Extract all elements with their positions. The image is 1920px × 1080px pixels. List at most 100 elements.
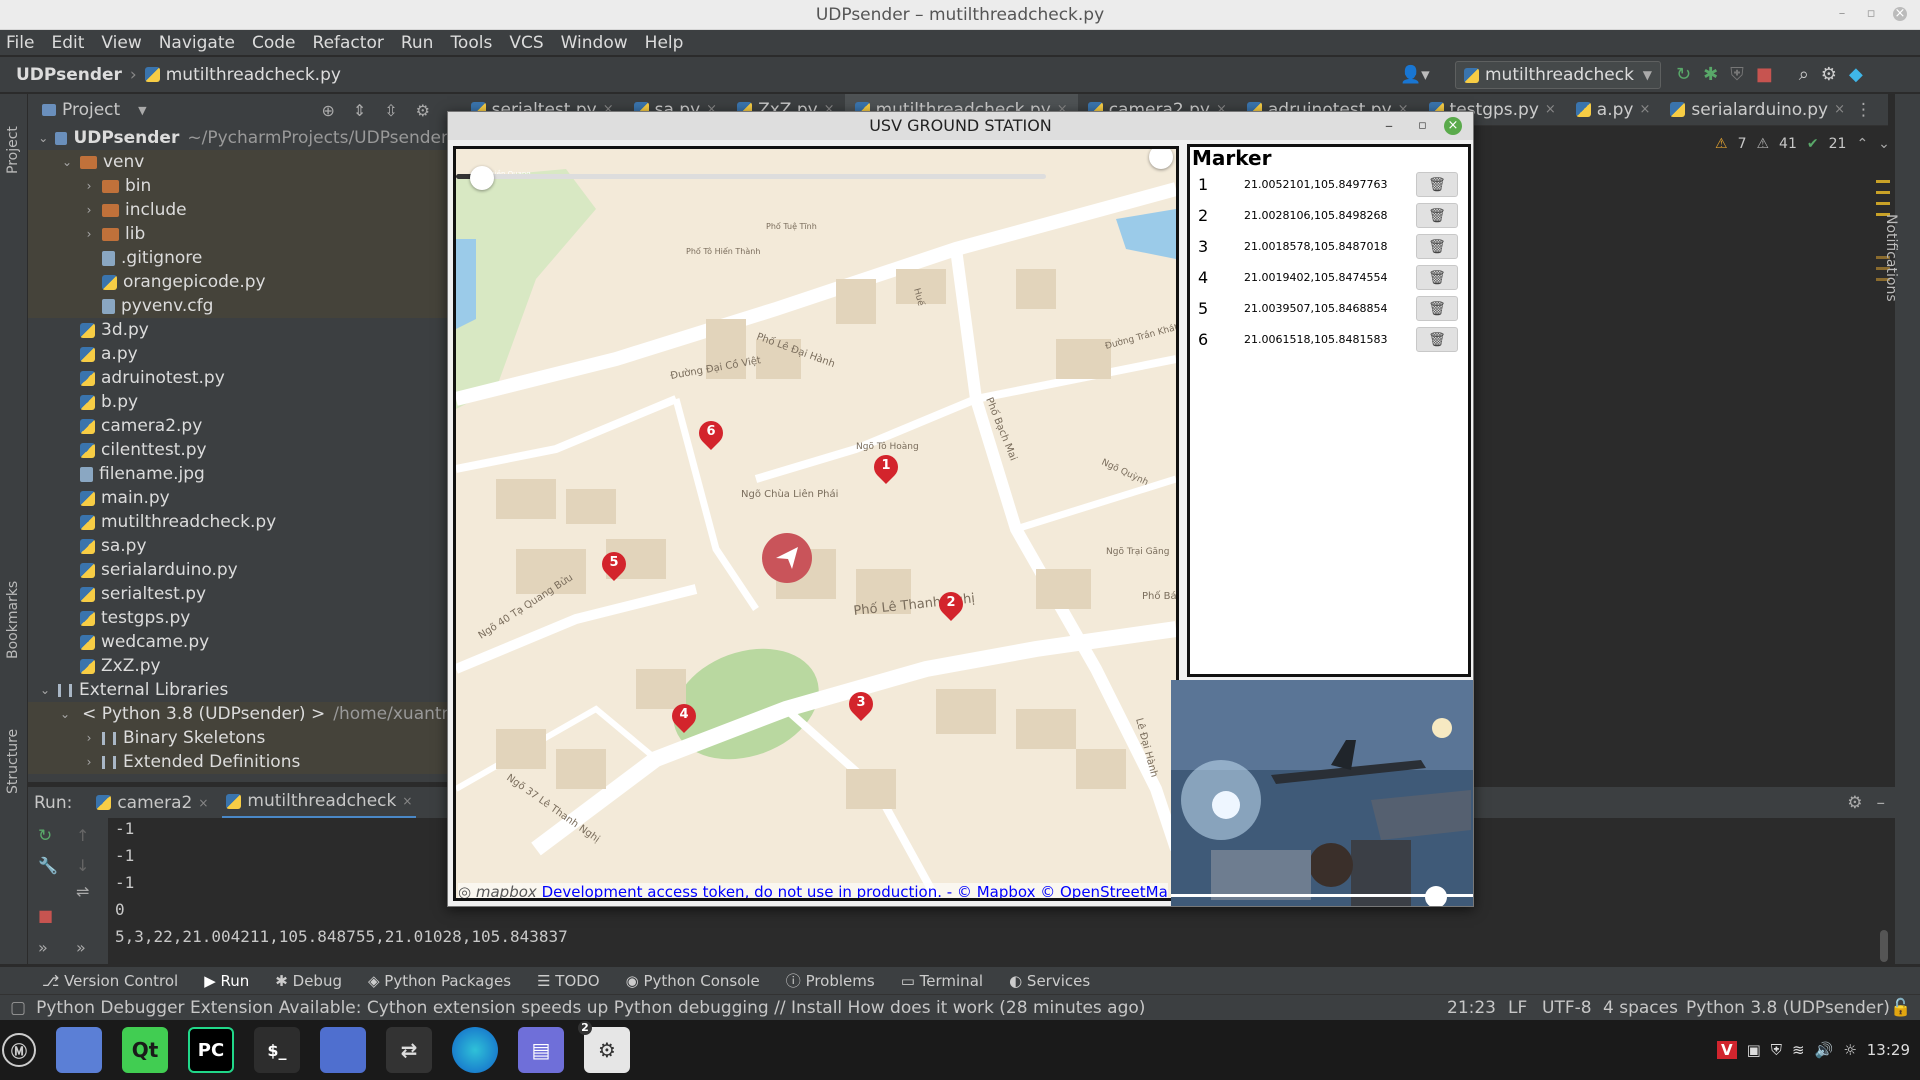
clipboard-tray-icon[interactable]: ▣ [1747,1041,1761,1059]
clock[interactable]: 13:29 [1867,1041,1910,1059]
close-icon[interactable]: × [1639,102,1650,117]
wifi-icon[interactable]: ≋ [1792,1041,1805,1059]
close-icon[interactable]: × [1893,7,1907,21]
menu-edit[interactable]: Edit [51,33,84,53]
terminal-icon[interactable]: $_ [254,1027,300,1073]
breadcrumb-project[interactable]: UDPsender [16,65,122,85]
run-config-selector[interactable]: mutilthreadcheck ▼ [1455,61,1661,89]
edge-browser-icon[interactable] [452,1027,498,1073]
tree-extended-definitions[interactable]: › Extended Definitions [28,750,448,774]
menu-vcs[interactable]: VCS [509,33,543,53]
tab-terminal[interactable]: ▭ Terminal [901,972,983,990]
tab-todo[interactable]: ☰ TODO [537,972,600,990]
tree-item[interactable]: adruinotest.py [28,366,448,390]
vivaldi-tray-icon[interactable]: V [1716,1041,1737,1059]
structure-tool-tab[interactable]: Structure [5,729,21,794]
debug-icon[interactable]: ✱ [1703,64,1718,85]
gear-icon[interactable]: ⚙ [1847,793,1862,813]
qt-creator-icon[interactable]: Qt [122,1027,168,1073]
map-attribution-link[interactable]: Development access token, do not use in … [542,883,1168,898]
settings-app-icon[interactable]: ⚙ 2 [578,1021,630,1073]
tree-item[interactable]: b.py [28,390,448,414]
menu-icon[interactable]: Ⓜ [2,1033,36,1067]
tree-item[interactable]: .gitignore [28,246,448,270]
jetbrains-icon[interactable]: ◆ [1849,64,1863,85]
status-message[interactable]: Python Debugger Extension Available: Cyt… [36,998,1145,1018]
delete-marker-button[interactable]: 🗑 [1416,265,1458,290]
run-tab-mutilthreadcheck[interactable]: mutilthreadcheck × [222,787,417,819]
rerun-icon[interactable]: ↻ [1676,64,1691,85]
map-marker[interactable]: 1 [869,450,903,485]
bookmarks-tool-tab[interactable]: Bookmarks [5,581,21,659]
terminal-alt-icon[interactable]: ⇄ [386,1027,432,1073]
tree-item[interactable]: mutilthreadcheck.py [28,510,448,534]
minimize-icon[interactable]: – [1385,112,1393,140]
locate-icon[interactable]: ⊕ [321,101,334,120]
pycharm-icon[interactable]: PC [188,1027,234,1073]
tree-item[interactable]: cilenttest.py [28,438,448,462]
tree-item[interactable]: testgps.py [28,606,448,630]
tree-item[interactable]: 3d.py [28,318,448,342]
tree-item[interactable]: sa.py [28,534,448,558]
chevron-down-icon[interactable]: ⌄ [60,155,74,169]
rotation-handle[interactable] [1149,149,1173,169]
chevron-up-icon[interactable]: ⌃ [1856,136,1868,152]
tree-external-libraries[interactable]: ⌄ External Libraries [28,678,448,702]
search-icon[interactable]: ⌕ [1799,64,1809,85]
editor-tab[interactable]: a.py × [1566,94,1661,126]
tree-item[interactable]: pyvenv.cfg [28,294,448,318]
soft-wrap-icon[interactable]: ⇌ [76,882,89,901]
caret-position[interactable]: 21:23 [1447,998,1496,1018]
tree-item[interactable]: › bin [28,174,448,198]
chevron-down-icon[interactable]: ▼ [138,104,146,117]
chevron-right-icon[interactable]: › [82,755,96,769]
more-tabs-icon[interactable]: ⋮ [1855,100,1872,120]
tree-item[interactable]: serialarduino.py [28,558,448,582]
menu-view[interactable]: View [101,33,141,53]
arrow-down-icon[interactable]: ↓ [76,856,89,875]
tree-binary-skeletons[interactable]: › Binary Skeletons [28,726,448,750]
files-app-icon[interactable] [56,1027,102,1073]
delete-marker-button[interactable]: 🗑 [1416,172,1458,197]
menu-help[interactable]: Help [645,33,684,53]
tree-item[interactable]: orangepicode.py [28,270,448,294]
close-icon[interactable]: × [402,794,412,808]
chevron-right-icon[interactable]: › [82,731,96,745]
tab-services[interactable]: ◐ Services [1009,972,1090,990]
lock-icon[interactable]: 🔓 [1890,998,1911,1018]
expand-all-icon[interactable]: ⇕ [353,101,366,120]
tree-root[interactable]: ⌄ UDPsender ~/PycharmProjects/UDPsender [28,126,448,150]
tree-item[interactable]: camera2.py [28,414,448,438]
menu-file[interactable]: File [6,33,34,53]
text-editor-icon[interactable]: ▤ [518,1027,564,1073]
map-canvas[interactable]: Phố Lê Thanh Nghị Ngõ Chùa Liên Phái Đườ… [456,149,1176,898]
notifications-tool-tab[interactable]: Notifications [1883,214,1899,302]
tree-item[interactable]: ⌄ venv [28,150,448,174]
minimize-panel-icon[interactable]: – [1877,793,1886,813]
close-icon[interactable]: × [1834,102,1845,117]
gear-icon[interactable]: ⚙ [1821,64,1837,85]
menu-window[interactable]: Window [561,33,628,53]
close-icon[interactable]: × [1444,117,1462,135]
project-tool-tab[interactable]: Project [5,126,21,174]
arrow-up-icon[interactable]: ↑ [76,826,89,845]
project-panel-title[interactable]: Project [62,100,120,120]
indent-setting[interactable]: 4 spaces [1603,998,1678,1018]
editor-tab[interactable]: serialarduino.py × [1660,94,1855,126]
file-encoding[interactable]: UTF-8 [1542,998,1592,1018]
maximize-icon[interactable]: ▫ [1418,112,1427,140]
python-interpreter[interactable]: Python 3.8 (UDPsender) [1686,998,1890,1018]
map-marker[interactable]: 2 [934,587,968,622]
minimize-icon[interactable]: – [1835,7,1849,21]
inspection-widget[interactable]: ⚠ 7 ⚠ 41 ✔ 21 ⌃ ⌄ [1715,136,1890,152]
breadcrumb-file[interactable]: mutilthreadcheck.py [166,65,341,85]
volume-icon[interactable]: 🔊 [1815,1041,1834,1059]
close-icon[interactable]: × [1545,102,1556,117]
more-icon[interactable]: » [76,938,86,957]
tree-item[interactable]: serialtest.py [28,582,448,606]
tree-python-sdk[interactable]: ⌄ < Python 3.8 (UDPsender) > /home/xuant… [28,702,448,726]
tab-debug[interactable]: ✱ Debug [275,972,342,990]
wrench-icon[interactable]: 🔧 [38,856,58,875]
delete-marker-button[interactable]: 🗑 [1416,327,1458,352]
menu-refactor[interactable]: Refactor [313,33,384,53]
